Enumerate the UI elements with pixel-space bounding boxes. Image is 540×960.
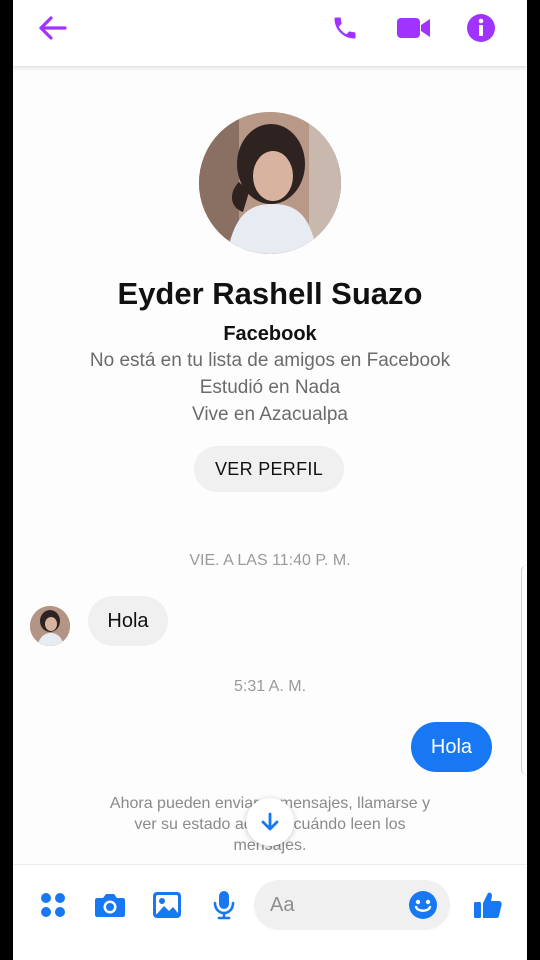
message-timestamp: VIE. A LAS 11:40 P. M.: [189, 552, 351, 569]
location-text: Vive en Azacualpa: [192, 404, 348, 425]
info-icon: [467, 14, 495, 42]
message-composer: [13, 864, 527, 960]
phone-icon: [334, 17, 356, 39]
contact-avatar-large[interactable]: [199, 112, 341, 254]
view-profile-button[interactable]: VER PERFIL: [194, 446, 344, 492]
outgoing-message-bubble[interactable]: Hola: [411, 722, 492, 772]
four-dots-icon: [41, 893, 65, 917]
like-button[interactable]: [468, 885, 508, 925]
contact-name: Eyder Rashell Suazo: [117, 276, 423, 311]
sender-photo: [30, 606, 70, 646]
thumbs-up-icon: [474, 892, 502, 918]
emoji-icon: [409, 891, 437, 919]
education-text: Estudió en Nada: [199, 377, 341, 398]
info-button[interactable]: [461, 8, 501, 48]
voice-call-button[interactable]: [325, 8, 365, 48]
friend-status-text: No está en tu lista de amigos en Faceboo…: [89, 350, 451, 371]
microphone-icon: [213, 891, 235, 920]
video-camera-icon: [397, 18, 430, 38]
incoming-message-bubble[interactable]: Hola: [88, 596, 168, 646]
edge-panel-handle[interactable]: [521, 565, 527, 775]
profile-photo: [199, 112, 341, 254]
message-input[interactable]: [270, 880, 400, 930]
message-input-container: [254, 880, 450, 930]
message-timestamp: 5:31 A. M.: [233, 678, 307, 695]
image-icon: [153, 892, 181, 918]
voice-message-button[interactable]: [204, 885, 244, 925]
emoji-button[interactable]: [406, 888, 440, 922]
arrow-down-icon: [261, 812, 279, 831]
sender-avatar[interactable]: [30, 606, 70, 646]
gallery-button[interactable]: [147, 885, 187, 925]
contact-source: Facebook: [223, 323, 317, 345]
video-call-button[interactable]: [391, 8, 437, 48]
chat-header: [13, 0, 527, 67]
more-actions-button[interactable]: [33, 885, 73, 925]
scroll-to-bottom-button[interactable]: [246, 798, 294, 846]
camera-icon: [95, 894, 125, 917]
back-button[interactable]: [33, 8, 73, 48]
camera-button[interactable]: [90, 885, 130, 925]
arrow-left-icon: [39, 16, 67, 40]
messenger-chat-screen: Eyder Rashell Suazo Facebook No está en …: [13, 0, 527, 960]
